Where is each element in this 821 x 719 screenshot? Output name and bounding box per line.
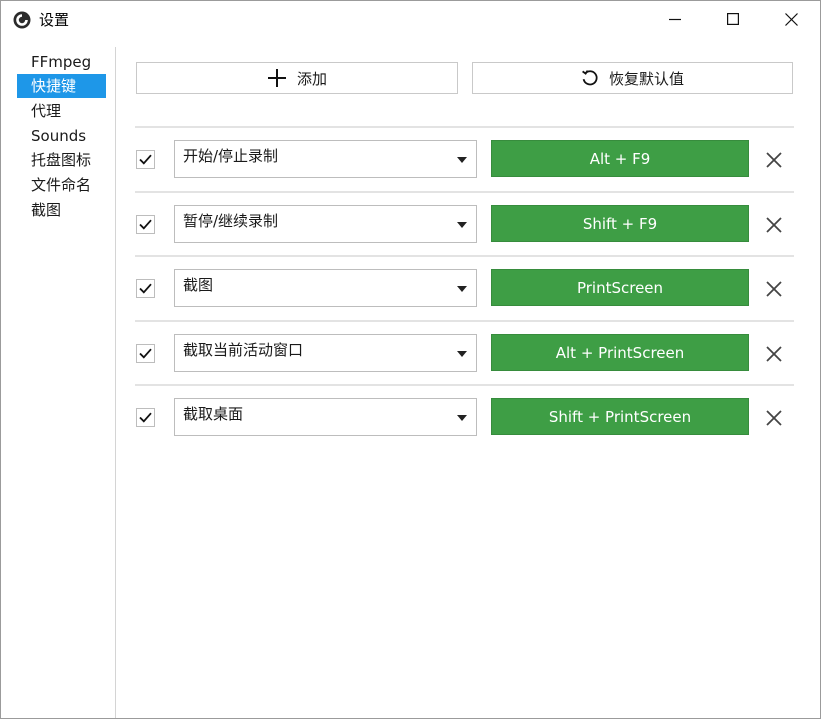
hotkey-action-select[interactable]: 开始/停止录制 <box>174 140 477 178</box>
plus-icon <box>267 68 287 88</box>
hotkey-row: 截取当前活动窗口 Alt + PrintScreen <box>135 323 794 385</box>
close-icon <box>784 12 798 26</box>
window-title: 设置 <box>39 11 70 29</box>
row-divider <box>135 191 794 193</box>
hotkey-action-select[interactable]: 截图 <box>174 269 477 307</box>
delete-hotkey-button[interactable] <box>762 406 786 430</box>
app-logo-icon <box>13 11 31 29</box>
row-divider <box>135 320 794 322</box>
row-divider <box>135 255 794 257</box>
hotkey-binding-button[interactable]: PrintScreen <box>491 269 749 306</box>
close-icon <box>766 281 782 297</box>
hotkey-row: 截图 PrintScreen <box>135 258 794 320</box>
settings-window: 设置 FFmpeg 快捷键 代理 Sounds 托盘图标 文件命名 截图 添加 … <box>0 0 821 719</box>
hotkey-row: 开始/停止录制 Alt + F9 <box>135 129 794 191</box>
hotkey-enabled-checkbox[interactable] <box>136 215 155 234</box>
add-button-label: 添加 <box>296 69 327 88</box>
delete-hotkey-button[interactable] <box>762 277 786 301</box>
row-divider <box>135 384 794 386</box>
hotkey-action-value: 截图 <box>183 276 214 294</box>
sidebar-item-proxy[interactable]: 代理 <box>17 99 106 123</box>
close-icon <box>766 410 782 426</box>
delete-hotkey-button[interactable] <box>762 342 786 366</box>
title-bar: 设置 <box>1 1 820 39</box>
hotkey-binding-button[interactable]: Alt + F9 <box>491 140 749 177</box>
close-icon <box>766 346 782 362</box>
hotkey-row: 截取桌面 Shift + PrintScreen <box>135 387 794 449</box>
dropdown-arrow-icon <box>457 157 467 163</box>
close-icon <box>766 217 782 233</box>
hotkey-row: 暂停/继续录制 Shift + F9 <box>135 194 794 256</box>
undo-icon <box>581 69 599 87</box>
restore-defaults-label: 恢复默认值 <box>608 69 684 88</box>
checkmark-icon <box>139 412 152 423</box>
hotkey-enabled-checkbox[interactable] <box>136 150 155 169</box>
hotkey-binding-button[interactable]: Shift + PrintScreen <box>491 398 749 435</box>
sidebar-item-tray-icon[interactable]: 托盘图标 <box>17 148 106 172</box>
hotkey-binding-button[interactable]: Alt + PrintScreen <box>491 334 749 371</box>
hotkey-enabled-checkbox[interactable] <box>136 279 155 298</box>
dropdown-arrow-icon <box>457 222 467 228</box>
sidebar-item-ffmpeg[interactable]: FFmpeg <box>17 50 106 74</box>
checkmark-icon <box>139 154 152 165</box>
restore-defaults-button[interactable]: 恢复默认值 <box>472 62 793 94</box>
hotkey-action-select[interactable]: 截取当前活动窗口 <box>174 334 477 372</box>
dropdown-arrow-icon <box>457 415 467 421</box>
hotkey-enabled-checkbox[interactable] <box>136 344 155 363</box>
sidebar-item-hotkeys[interactable]: 快捷键 <box>17 74 106 98</box>
close-icon <box>766 152 782 168</box>
checkmark-icon <box>139 219 152 230</box>
hotkey-enabled-checkbox[interactable] <box>136 408 155 427</box>
sidebar-item-file-naming[interactable]: 文件命名 <box>17 173 106 197</box>
minimize-icon <box>669 18 681 21</box>
hotkey-action-value: 开始/停止录制 <box>183 147 279 165</box>
hotkey-action-select[interactable]: 暂停/继续录制 <box>174 205 477 243</box>
sidebar-item-sounds[interactable]: Sounds <box>17 124 106 148</box>
dropdown-arrow-icon <box>457 351 467 357</box>
add-hotkey-button[interactable]: 添加 <box>136 62 458 94</box>
delete-hotkey-button[interactable] <box>762 148 786 172</box>
sidebar-item-screenshot[interactable]: 截图 <box>17 198 106 222</box>
dropdown-arrow-icon <box>457 286 467 292</box>
maximize-icon <box>727 13 739 25</box>
hotkey-action-select[interactable]: 截取桌面 <box>174 398 477 436</box>
hotkey-binding-button[interactable]: Shift + F9 <box>491 205 749 242</box>
maximize-button[interactable] <box>704 1 762 37</box>
sidebar: FFmpeg 快捷键 代理 Sounds 托盘图标 文件命名 截图 <box>1 39 115 718</box>
sidebar-divider <box>115 47 116 718</box>
hotkey-action-value: 暂停/继续录制 <box>183 212 279 230</box>
close-window-button[interactable] <box>762 1 820 37</box>
minimize-button[interactable] <box>646 1 704 37</box>
checkmark-icon <box>139 348 152 359</box>
hotkey-action-value: 截取桌面 <box>183 405 244 423</box>
checkmark-icon <box>139 283 152 294</box>
hotkey-action-value: 截取当前活动窗口 <box>183 341 304 359</box>
delete-hotkey-button[interactable] <box>762 213 786 237</box>
row-divider <box>135 126 794 128</box>
